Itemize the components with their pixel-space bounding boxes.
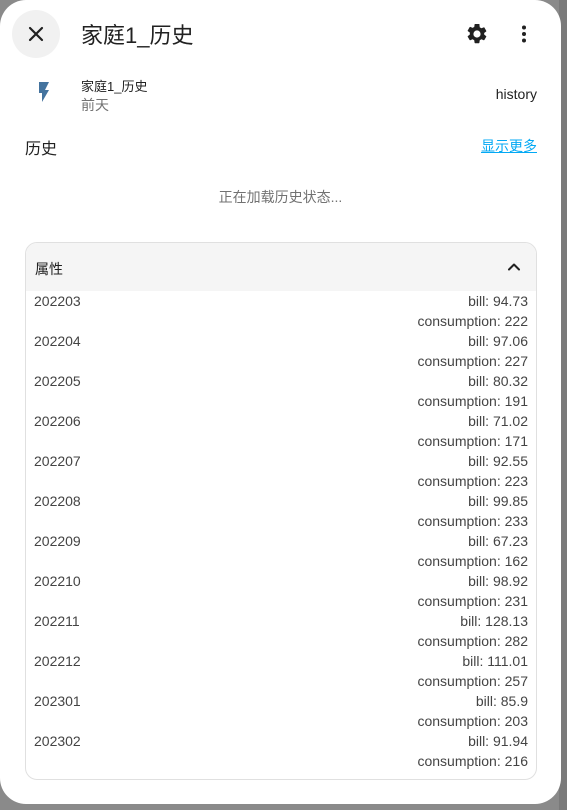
- attribute-consumption: consumption: 227: [417, 353, 528, 369]
- attribute-consumption: consumption: 203: [417, 713, 528, 729]
- attribute-bill: bill: 85.9: [475, 693, 528, 709]
- entity-last-changed: 前天: [81, 97, 109, 113]
- attribute-key: 202302: [34, 733, 81, 749]
- flash-icon: [39, 82, 49, 102]
- history-heading: 历史: [25, 141, 58, 158]
- attribute-row: 202207 bill: 92.55 consumption: 223: [26, 451, 536, 491]
- attribute-key: 202207: [34, 453, 81, 469]
- attribute-row: 202301 bill: 85.9 consumption: 203: [26, 691, 536, 731]
- attributes-panel: 属性 202203 bill: 94.73 consumption: 222 2…: [25, 242, 537, 780]
- more-vert-icon: [522, 25, 526, 43]
- attribute-bill: bill: 67.23: [468, 533, 528, 549]
- attribute-key: 202205: [34, 373, 81, 389]
- attribute-consumption: consumption: 233: [417, 513, 528, 529]
- attribute-row: 202208 bill: 99.85 consumption: 233: [26, 491, 536, 531]
- attribute-key: 202208: [34, 493, 81, 509]
- attribute-consumption: consumption: 282: [417, 633, 528, 649]
- attribute-consumption: consumption: 162: [417, 553, 528, 569]
- settings-button[interactable]: [457, 14, 497, 54]
- attribute-bill: bill: 98.92: [468, 573, 528, 589]
- attribute-consumption: consumption: 216: [417, 753, 528, 769]
- show-more-link[interactable]: 显示更多: [481, 136, 537, 156]
- attribute-row: 202209 bill: 67.23 consumption: 162: [26, 531, 536, 571]
- more-info-dialog: 家庭1_历史 家庭1_历史 前天 history 历史 显示更多 正在加载历史状…: [0, 0, 561, 804]
- attribute-key: 202209: [34, 533, 81, 549]
- attributes-title: 属性: [35, 261, 63, 277]
- attribute-consumption: consumption: 171: [417, 433, 528, 449]
- entity-row: 家庭1_历史 前天 history: [0, 68, 561, 118]
- attribute-key: 202206: [34, 413, 81, 429]
- close-button[interactable]: [12, 10, 60, 58]
- attribute-key: 202210: [34, 573, 81, 589]
- attribute-row: 202204 bill: 97.06 consumption: 227: [26, 331, 536, 371]
- entity-state: history: [495, 86, 537, 102]
- attribute-row: 202210 bill: 98.92 consumption: 231: [26, 571, 536, 611]
- attribute-bill: bill: 128.13: [460, 613, 528, 629]
- attribute-bill: bill: 99.85: [468, 493, 528, 509]
- attribute-consumption: consumption: 231: [417, 593, 528, 609]
- attribute-row: 202302 bill: 91.94 consumption: 216: [26, 731, 536, 771]
- attribute-key: 202212: [34, 653, 81, 669]
- dialog-header: 家庭1_历史: [0, 0, 561, 66]
- more-options-button[interactable]: [504, 14, 544, 54]
- attributes-list: 202203 bill: 94.73 consumption: 222 2022…: [26, 291, 536, 771]
- attribute-bill: bill: 111.01: [462, 653, 528, 669]
- attribute-key: 202211: [34, 613, 80, 629]
- attribute-consumption: consumption: 222: [417, 313, 528, 329]
- dialog-title: 家庭1_历史: [81, 23, 194, 48]
- close-icon: [28, 26, 44, 42]
- history-loading-text: 正在加载历史状态...: [218, 189, 343, 205]
- attribute-bill: bill: 92.55: [468, 453, 528, 469]
- attribute-row: 202212 bill: 111.01 consumption: 257: [26, 651, 536, 691]
- gear-icon: [467, 23, 487, 44]
- chevron-up-icon: [508, 263, 520, 271]
- attribute-bill: bill: 97.06: [468, 333, 528, 349]
- attribute-bill: bill: 91.94: [468, 733, 528, 749]
- attribute-bill: bill: 71.02: [468, 413, 528, 429]
- attribute-row: 202211 bill: 128.13 consumption: 282: [26, 611, 536, 651]
- attribute-key: 202204: [34, 333, 81, 349]
- attribute-row: 202203 bill: 94.73 consumption: 222: [26, 291, 536, 331]
- entity-name: 家庭1_历史: [81, 79, 148, 94]
- attributes-header[interactable]: 属性: [26, 243, 536, 291]
- attribute-consumption: consumption: 191: [417, 393, 528, 409]
- attribute-row: 202206 bill: 71.02 consumption: 171: [26, 411, 536, 451]
- attribute-bill: bill: 80.32: [468, 373, 528, 389]
- attribute-consumption: consumption: 223: [417, 473, 528, 489]
- attribute-key: 202203: [34, 293, 81, 309]
- attribute-row: 202205 bill: 80.32 consumption: 191: [26, 371, 536, 411]
- attribute-key: 202301: [34, 693, 81, 709]
- attribute-bill: bill: 94.73: [468, 293, 528, 309]
- attribute-consumption: consumption: 257: [417, 673, 528, 689]
